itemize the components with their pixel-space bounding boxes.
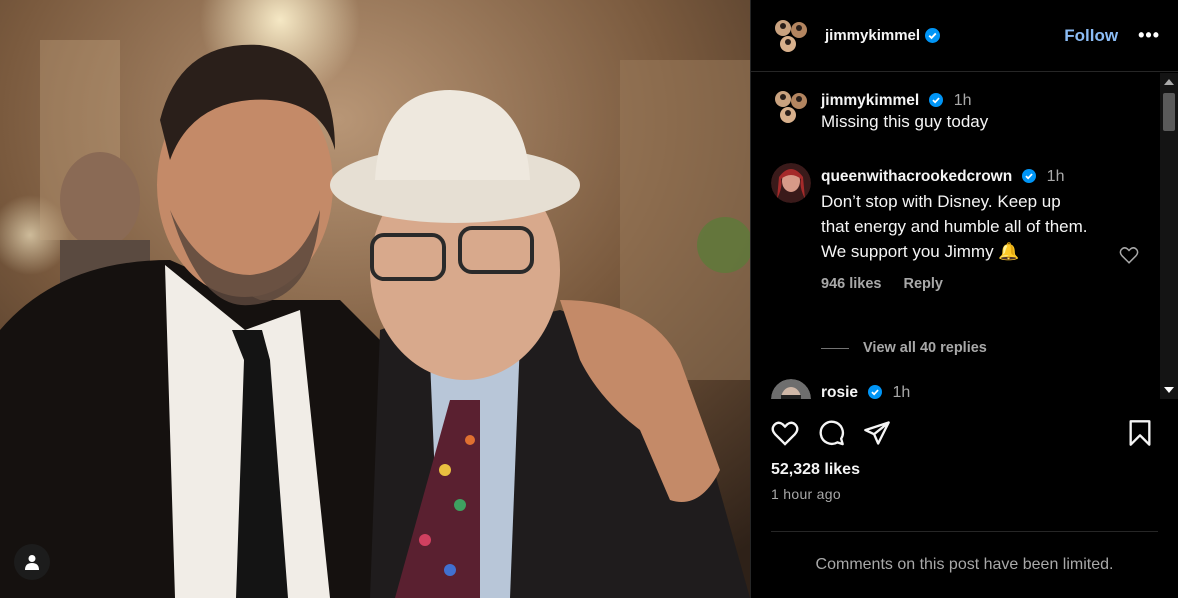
follow-button[interactable]: Follow	[1064, 26, 1118, 46]
reply-button[interactable]: Reply	[904, 276, 944, 292]
share-icon[interactable]	[863, 420, 891, 446]
post-header: jimmykimmel Follow •••	[751, 0, 1178, 72]
comments-limited-notice: Comments on this post have been limited.	[815, 556, 1114, 573]
caption-text: Missing this guy today	[821, 112, 989, 131]
verified-badge-icon	[925, 28, 941, 43]
likes-count[interactable]: 52,328 likes	[771, 461, 860, 479]
comments-scrollbar[interactable]	[1160, 73, 1178, 399]
scroll-thumb[interactable]	[1163, 93, 1175, 131]
divider	[771, 531, 1158, 532]
heart-icon[interactable]	[771, 420, 799, 446]
comment-text: Don’t stop with Disney. Keep up that ene…	[821, 192, 1088, 261]
post-side-panel: jimmykimmel Follow ••• jimmykimmel 1h Mi…	[750, 0, 1178, 598]
post-modal: jimmykimmel Follow ••• jimmykimmel 1h Mi…	[0, 0, 1178, 598]
action-bar	[771, 418, 1152, 448]
replies-line	[821, 347, 849, 349]
author-username[interactable]: jimmykimmel	[825, 27, 920, 44]
post-photo	[0, 0, 750, 598]
verified-badge-icon	[867, 385, 882, 399]
verified-badge-icon	[1021, 169, 1036, 183]
caption: jimmykimmel 1h Missing this guy today	[771, 87, 1161, 134]
verified-badge-icon	[928, 93, 943, 107]
post-time[interactable]: 1 hour ago	[771, 486, 841, 502]
comment-icon[interactable]	[817, 419, 845, 447]
view-replies-button[interactable]: View all 40 replies	[821, 340, 987, 356]
comment-time: 1h	[892, 384, 911, 399]
bookmark-icon[interactable]	[1128, 419, 1152, 447]
comment-item: queenwithacrookedcrown 1h Don’t stop wit…	[771, 163, 1161, 297]
caption-time: 1h	[953, 92, 972, 109]
user-icon	[25, 555, 39, 570]
comments-list[interactable]: jimmykimmel 1h Missing this guy today qu…	[751, 73, 1161, 399]
view-replies-label: View all 40 replies	[863, 340, 987, 356]
comment-item: rosie 1h	[771, 379, 1161, 399]
author-avatar[interactable]	[771, 16, 811, 56]
comment-avatar[interactable]	[771, 379, 811, 399]
comment-username[interactable]: rosie	[821, 384, 858, 399]
scroll-down-icon[interactable]	[1164, 387, 1174, 393]
caption-username[interactable]: jimmykimmel	[821, 92, 919, 109]
photo-image	[0, 0, 750, 598]
comment-likes[interactable]: 946 likes	[821, 276, 881, 292]
comment-time: 1h	[1046, 168, 1065, 185]
caption-avatar[interactable]	[771, 87, 811, 127]
tagged-users-button[interactable]	[14, 544, 50, 580]
comment-avatar[interactable]	[771, 163, 811, 203]
more-options-icon[interactable]: •••	[1138, 25, 1160, 46]
comment-username[interactable]: queenwithacrookedcrown	[821, 168, 1012, 185]
scroll-up-icon[interactable]	[1164, 79, 1174, 85]
heart-icon[interactable]	[1119, 246, 1139, 264]
